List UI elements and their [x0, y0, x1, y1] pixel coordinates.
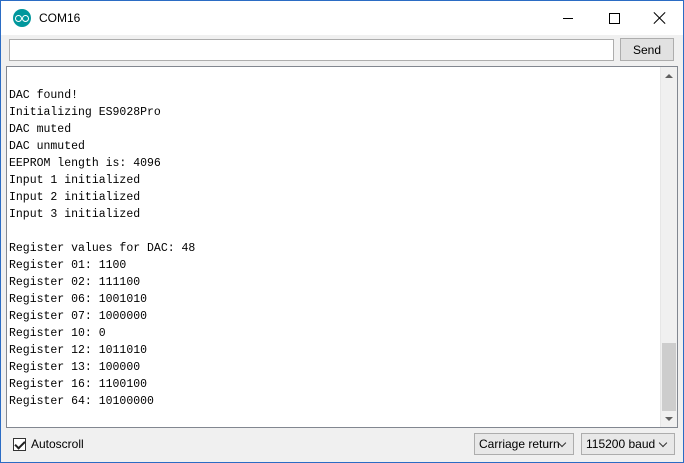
- chevron-down-icon: [658, 438, 668, 448]
- output-line: DAC muted: [9, 123, 72, 136]
- send-input[interactable]: [9, 39, 614, 61]
- bottom-bar: Autoscroll Carriage return 115200 baud: [1, 429, 683, 462]
- line-ending-select[interactable]: Carriage return: [474, 433, 574, 455]
- output-line: Register values for DAC: 48: [9, 242, 196, 255]
- output-line: Register 02: 111100: [9, 276, 141, 289]
- output-line: Input 1 initialized: [9, 174, 141, 187]
- maximize-button[interactable]: [591, 1, 637, 35]
- output-line: DAC unmuted: [9, 140, 85, 153]
- output-line: Input 2 initialized: [9, 191, 141, 204]
- output-line: Initializing ES9028Pro: [9, 106, 161, 119]
- minimize-button[interactable]: [545, 1, 591, 35]
- scroll-down-button[interactable]: [661, 410, 677, 427]
- send-row: Send: [1, 35, 683, 65]
- baud-rate-value: 115200 baud: [586, 437, 656, 451]
- serial-monitor-window: COM16 Send DAC found! Initializing ES9028…: [0, 0, 684, 463]
- output-line: Register 13: 100000: [9, 361, 141, 374]
- line-ending-value: Carriage return: [479, 437, 560, 451]
- serial-output[interactable]: DAC found! Initializing ES9028Pro DAC mute…: [6, 66, 678, 428]
- output-line: Register 06: 1001010: [9, 293, 148, 306]
- baud-rate-select[interactable]: 115200 baud: [581, 433, 675, 455]
- output-line: Register 01: 1100: [9, 259, 127, 272]
- close-icon: [654, 12, 666, 24]
- output-line: Register 10: 0: [9, 327, 106, 340]
- output-line: DAC found!: [9, 89, 79, 102]
- output-line: Register 64: 10100000: [9, 395, 154, 408]
- arrow-up-icon: [665, 73, 673, 78]
- output-line: Register 16: 1100100: [9, 378, 148, 391]
- vertical-scrollbar[interactable]: [660, 67, 677, 427]
- output-line: EEPROM length is: 4096: [9, 157, 161, 170]
- send-button[interactable]: Send: [620, 38, 674, 61]
- output-line: Register 07: 1000000: [9, 310, 148, 323]
- output-line: Register 12: 1011010: [9, 344, 148, 357]
- close-button[interactable]: [637, 1, 683, 35]
- arrow-down-icon: [665, 416, 673, 421]
- output-text: DAC found! Initializing ES9028Pro DAC mute…: [9, 87, 195, 410]
- output-line: Input 3 initialized: [9, 208, 141, 221]
- autoscroll-label: Autoscroll: [31, 437, 84, 451]
- maximize-icon: [608, 12, 620, 24]
- window-title: COM16: [39, 11, 81, 25]
- title-bar: COM16: [1, 1, 683, 35]
- window-controls: [545, 1, 683, 35]
- autoscroll-checkbox[interactable]: [13, 438, 26, 451]
- scroll-up-button[interactable]: [661, 67, 677, 84]
- arduino-icon: [13, 9, 31, 27]
- minimize-icon: [563, 17, 573, 19]
- scroll-thumb[interactable]: [662, 343, 676, 411]
